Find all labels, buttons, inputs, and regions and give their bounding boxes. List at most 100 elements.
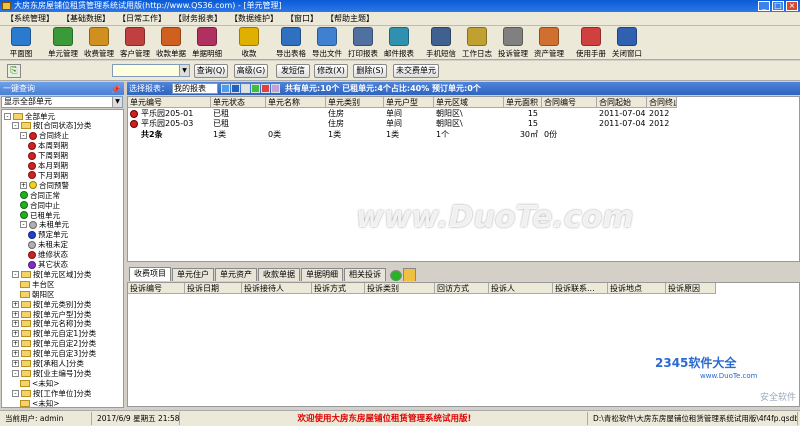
column-header[interactable]: 投诉原因 [666, 283, 716, 294]
expand-icon[interactable]: + [12, 310, 19, 318]
tree-node[interactable]: <未知> [20, 398, 60, 407]
toolbar-button-detail[interactable]: 单据明细 [189, 26, 225, 59]
collapse-icon[interactable]: - [12, 270, 19, 278]
query-icon[interactable]: ⎘ [7, 64, 21, 78]
toolbar-button-print[interactable]: 打印报表 [345, 26, 381, 59]
column-header[interactable]: 回访方式 [435, 283, 489, 294]
toolbar-button-close-window[interactable]: 关闭窗口 [609, 26, 645, 59]
maximize-button[interactable]: □ [772, 1, 784, 11]
tab-receipts[interactable]: 收款单据 [258, 268, 300, 281]
pin-icon[interactable]: 📌 [111, 83, 121, 96]
column-header[interactable]: 合同起始 [597, 97, 647, 108]
collapse-icon[interactable]: - [12, 389, 19, 397]
column-header[interactable]: 投诉人 [489, 283, 553, 294]
color-icon[interactable] [251, 84, 260, 93]
toolbar-button-worklog[interactable]: 工作日志 [459, 26, 495, 59]
edit-button[interactable]: 修改(X) [314, 64, 348, 78]
chevron-down-icon[interactable]: ▼ [112, 97, 122, 107]
query-input[interactable]: ▼ [112, 64, 190, 77]
advanced-button[interactable]: 高级(G) [234, 64, 268, 78]
collapse-icon[interactable]: - [20, 221, 27, 229]
save-icon[interactable] [231, 84, 240, 93]
filter-icon[interactable] [261, 84, 270, 93]
menu-window[interactable]: 【窗口】 [282, 13, 322, 25]
column-header[interactable]: 单元户型 [384, 97, 434, 108]
site-logo: 2345软件大全 [655, 356, 737, 370]
close-button[interactable]: × [786, 1, 798, 11]
tab-unit-tenants[interactable]: 单元住户 [172, 268, 214, 281]
collapse-icon[interactable]: - [12, 369, 19, 377]
toolbar-button-floorplan[interactable]: 平面图 [3, 26, 39, 59]
tab-unit-assets[interactable]: 单元资产 [215, 268, 257, 281]
toolbar-button-customer[interactable]: 客户管理 [117, 26, 153, 59]
menu-daily-work[interactable]: 【日常工作】 [114, 13, 170, 25]
expand-icon[interactable]: + [12, 340, 19, 348]
status-dot-icon [28, 250, 36, 259]
menu-finance-report[interactable]: 【财务报表】 [170, 13, 226, 25]
toolbar-button-sms[interactable]: 手机短信 [423, 26, 459, 59]
collapse-icon[interactable]: - [12, 122, 19, 130]
table-row[interactable]: 平乐园205-03 已租 住房 单间 朝阳区\ 15 2011-07-04 2012 [128, 119, 799, 129]
column-header[interactable]: 投诉联系... [553, 283, 608, 294]
folder-icon [21, 300, 31, 308]
column-header[interactable]: 投诉编号 [128, 283, 185, 294]
toolbar-button-export-table[interactable]: 导出表格 [273, 26, 309, 59]
column-header[interactable]: 单元状态 [211, 97, 266, 108]
chart-icon[interactable] [271, 84, 280, 93]
column-header[interactable]: 投诉接待人 [242, 283, 312, 294]
search-button[interactable]: 查询(Q) [194, 64, 228, 78]
column-header[interactable]: 投诉方式 [312, 283, 365, 294]
toolbar-button-asset[interactable]: 资产管理 [531, 26, 567, 59]
toolbar-button-receipt[interactable]: 收款单据 [153, 26, 189, 59]
toolbar-button-unit[interactable]: 单元管理 [45, 26, 81, 59]
menu-basic-data[interactable]: 【基础数据】 [58, 13, 114, 25]
toolbar-button-fee[interactable]: 收费管理 [81, 26, 117, 59]
column-header[interactable]: 合同终止 [647, 97, 677, 108]
toolbar-button-export-file[interactable]: 导出文件 [309, 26, 345, 59]
unit-filter-select[interactable]: 显示全部单元 ▼ [1, 96, 123, 108]
toolbar-button-manual[interactable]: 使用手册 [573, 26, 609, 59]
expand-icon[interactable]: + [12, 350, 19, 358]
collapse-icon[interactable]: - [4, 112, 11, 120]
status-dot-icon [28, 151, 36, 160]
tab-receipt-details[interactable]: 单据明细 [301, 268, 343, 281]
column-header[interactable]: 投诉地点 [608, 283, 666, 294]
print-icon[interactable] [241, 84, 250, 93]
tab-fee-items[interactable]: 收费项目 [129, 267, 171, 281]
status-dot-icon [29, 181, 37, 190]
column-header[interactable]: 投诉类别 [365, 283, 435, 294]
column-header[interactable]: 投诉日期 [185, 283, 242, 294]
toolbar-button-complaint[interactable]: 投诉管理 [495, 26, 531, 59]
app-icon [2, 2, 11, 10]
menu-help[interactable]: 【帮助主题】 [322, 13, 378, 25]
table-row[interactable]: 平乐园205-01 已租 住房 单间 朝阳区\ 15 2011-07-04 2012 [128, 109, 799, 119]
fee-icon [89, 27, 109, 46]
tab-complaints[interactable]: 相关投诉 [344, 268, 386, 281]
column-header[interactable]: 单元类别 [326, 97, 384, 108]
refresh-icon[interactable] [221, 84, 230, 93]
report-select[interactable]: 我的报表 [172, 83, 218, 94]
unpaid-units-button[interactable]: 未交费单元 [393, 64, 439, 78]
expand-icon[interactable]: + [12, 330, 19, 338]
expand-icon[interactable]: + [12, 360, 19, 367]
menu-data-maintenance[interactable]: 【数据维护】 [226, 13, 282, 25]
send-sms-button[interactable]: 发短信 [276, 64, 310, 78]
expand-icon[interactable]: + [20, 181, 27, 189]
expand-icon[interactable]: + [12, 300, 19, 308]
column-header[interactable]: 单元编号 [128, 97, 211, 108]
chevron-down-icon[interactable]: ▼ [179, 65, 189, 76]
toolbar-button-mail[interactable]: 邮件报表 [381, 26, 417, 59]
expand-icon[interactable]: + [12, 320, 19, 328]
column-header[interactable]: 单元面积 [504, 97, 542, 108]
collapse-icon[interactable]: - [20, 132, 27, 140]
delete-button[interactable]: 删除(S) [353, 64, 387, 78]
column-header[interactable]: 单元区域 [434, 97, 504, 108]
column-header[interactable]: 单元名称 [266, 97, 326, 108]
green-status-icon[interactable] [390, 270, 402, 281]
minimize-button[interactable]: _ [758, 1, 770, 11]
toolbar-button-payment[interactable]: 收款 [231, 26, 267, 59]
payment-icon [239, 27, 259, 46]
menu-system[interactable]: 【系统管理】 [2, 13, 58, 25]
column-header[interactable]: 合同编号 [542, 97, 597, 108]
tools-icon[interactable] [403, 268, 416, 281]
